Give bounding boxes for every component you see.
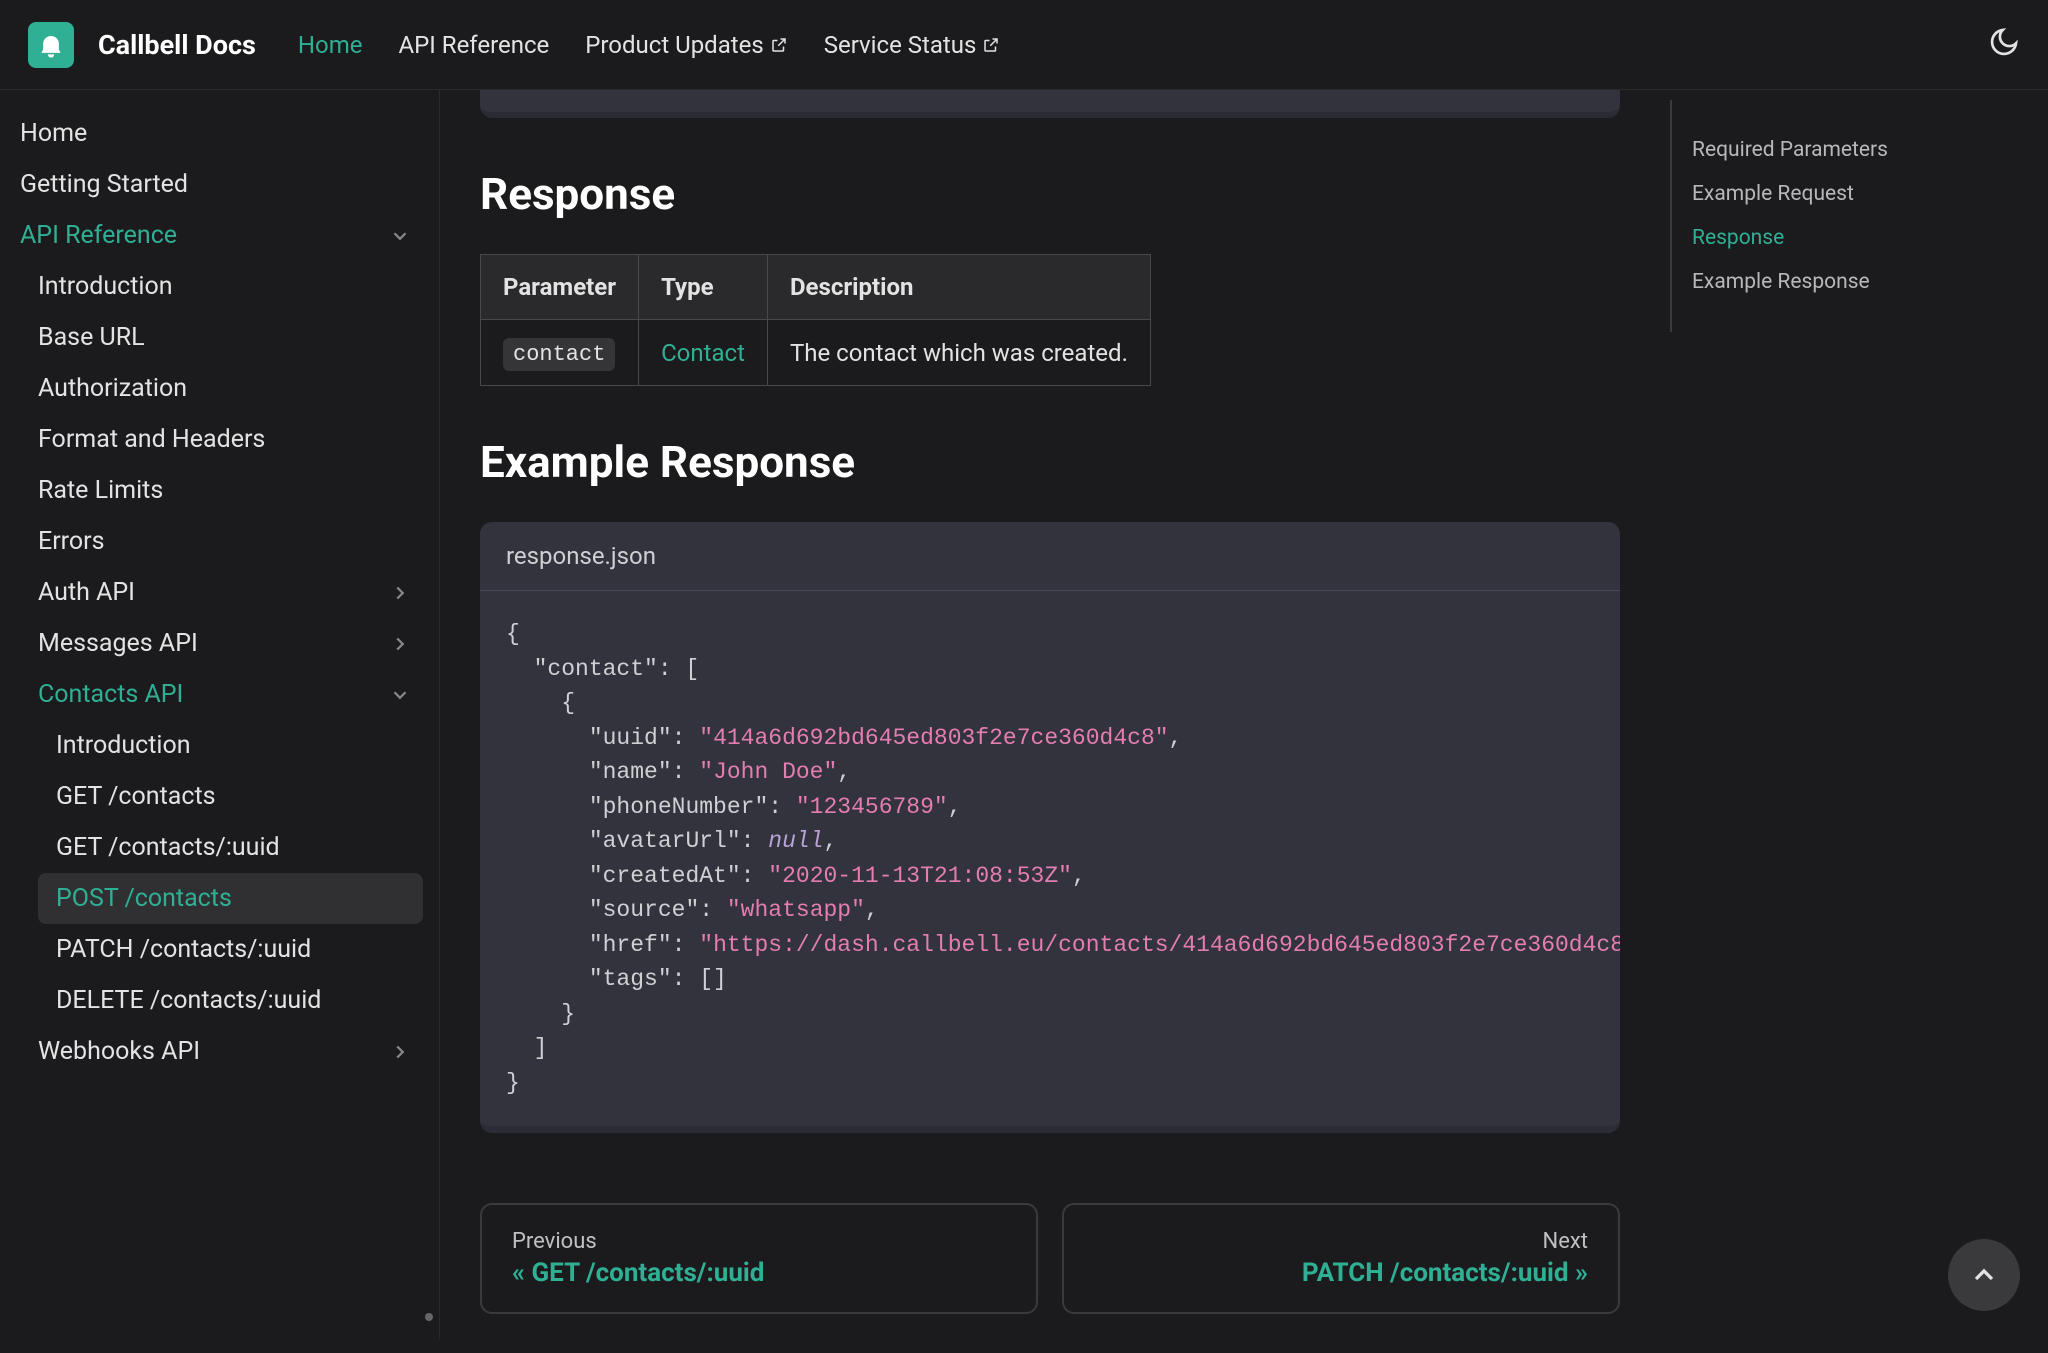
pagination: Previous « GET /contacts/:uuid Next PATC…	[480, 1203, 1620, 1314]
json-source: "whatsapp"	[727, 897, 865, 923]
external-link-icon	[770, 36, 788, 54]
sidebar-rate-limits[interactable]: Rate Limits	[0, 465, 431, 516]
chevron-right-icon	[389, 633, 411, 655]
scroll-to-top-button[interactable]	[1948, 1239, 2020, 1311]
cell-description: The contact which was created.	[767, 320, 1150, 386]
next-title: PATCH /contacts/:uuid »	[1094, 1258, 1588, 1288]
code-header: response.json	[480, 522, 1620, 591]
sidebar-introduction[interactable]: Introduction	[0, 261, 431, 312]
external-link-icon	[982, 36, 1000, 54]
sidebar-api-reference-label: API Reference	[20, 221, 177, 250]
sidebar-contacts-api-label: Contacts API	[38, 680, 183, 709]
json-created: "2020-11-13T21:08:53Z"	[768, 863, 1072, 889]
navbar: Callbell Docs Home API Reference Product…	[0, 0, 2048, 90]
chevron-down-icon	[389, 684, 411, 706]
nav-service-status[interactable]: Service Status	[824, 31, 1001, 59]
theme-toggle[interactable]	[1988, 26, 2020, 64]
chevron-right-icon	[389, 582, 411, 604]
navbar-left: Callbell Docs Home API Reference Product…	[28, 22, 1000, 68]
table-of-contents: Required Parameters Example Request Resp…	[1670, 100, 2000, 332]
cell-parameter: contact	[481, 320, 639, 386]
json-href: "https://dash.callbell.eu/contacts/414a6…	[699, 932, 1620, 958]
sidebar-home-label: Home	[20, 119, 87, 148]
codeblock-remnant	[480, 90, 1620, 118]
brand-title[interactable]: Callbell Docs	[98, 29, 256, 61]
sidebar-format-headers[interactable]: Format and Headers	[0, 414, 431, 465]
sidebar-introduction-label: Introduction	[38, 272, 173, 301]
json-phone: "123456789"	[796, 794, 948, 820]
cell-type: Contact	[639, 320, 768, 386]
table-row: contact Contact The contact which was cr…	[481, 320, 1151, 386]
nav-home[interactable]: Home	[298, 31, 363, 59]
sidebar-errors[interactable]: Errors	[0, 516, 431, 567]
sidebar-delete-contact[interactable]: DELETE /contacts/:uuid	[0, 975, 431, 1026]
sidebar-contacts-api[interactable]: Contacts API	[0, 669, 431, 720]
table-header-description: Description	[767, 255, 1150, 320]
code-content: { "contact": [ { "uuid": "414a6d692bd645…	[480, 591, 1620, 1126]
sidebar-messages-api-label: Messages API	[38, 629, 198, 658]
sidebar-post-contacts[interactable]: POST /contacts	[38, 873, 423, 924]
prev-title: « GET /contacts/:uuid	[512, 1258, 1006, 1288]
chevron-up-icon	[1968, 1259, 2000, 1291]
sidebar-messages-api[interactable]: Messages API	[0, 618, 431, 669]
sidebar-format-headers-label: Format and Headers	[38, 425, 265, 454]
moon-icon	[1988, 26, 2020, 58]
sidebar-getting-started[interactable]: Getting Started	[0, 159, 431, 210]
sidebar-getting-started-label: Getting Started	[20, 170, 188, 199]
sidebar-authorization-label: Authorization	[38, 374, 187, 403]
json-uuid: "414a6d692bd645ed803f2e7ce360d4c8"	[699, 725, 1168, 751]
sidebar-contacts-intro[interactable]: Introduction	[0, 720, 431, 771]
sidebar-auth-api[interactable]: Auth API	[0, 567, 431, 618]
sidebar-get-contacts[interactable]: GET /contacts	[0, 771, 431, 822]
logo[interactable]	[28, 22, 74, 68]
sidebar-rate-limits-label: Rate Limits	[38, 476, 163, 505]
sidebar-get-contact-uuid[interactable]: GET /contacts/:uuid	[0, 822, 431, 873]
sidebar: Home Getting Started API Reference Intro…	[0, 90, 440, 1339]
toc-example-request[interactable]: Example Request	[1692, 172, 1980, 216]
nav-product-updates-label: Product Updates	[585, 31, 763, 59]
toc-required-parameters[interactable]: Required Parameters	[1692, 128, 1980, 172]
layout: Home Getting Started API Reference Intro…	[0, 90, 2048, 1353]
sidebar-errors-label: Errors	[38, 527, 105, 556]
type-link-contact[interactable]: Contact	[661, 339, 745, 367]
sidebar-patch-contact[interactable]: PATCH /contacts/:uuid	[0, 924, 431, 975]
sidebar-webhooks-api-label: Webhooks API	[38, 1037, 200, 1066]
table-header-type: Type	[639, 255, 768, 320]
sidebar-home[interactable]: Home	[0, 108, 431, 159]
response-heading: Response	[480, 168, 1620, 220]
prev-page-card[interactable]: Previous « GET /contacts/:uuid	[480, 1203, 1038, 1314]
bell-icon	[37, 31, 65, 59]
next-label: Next	[1094, 1229, 1588, 1254]
next-page-card[interactable]: Next PATCH /contacts/:uuid »	[1062, 1203, 1620, 1314]
example-response-heading: Example Response	[480, 436, 1620, 488]
nav-service-status-label: Service Status	[824, 31, 977, 59]
json-name: "John Doe"	[699, 759, 837, 785]
chevron-down-icon	[389, 225, 411, 247]
example-response-codeblock: response.json { "contact": [ { "uuid": "…	[480, 522, 1620, 1133]
response-table: Parameter Type Description contact Conta…	[480, 254, 1151, 386]
main-content: Response Parameter Type Description cont…	[440, 90, 1660, 1353]
sidebar-base-url[interactable]: Base URL	[0, 312, 431, 363]
sidebar-base-url-label: Base URL	[38, 323, 145, 352]
param-code: contact	[503, 338, 615, 371]
sidebar-api-reference[interactable]: API Reference	[0, 210, 431, 261]
table-header-parameter: Parameter	[481, 255, 639, 320]
toc-example-response[interactable]: Example Response	[1692, 260, 1980, 304]
chevron-right-icon	[389, 1041, 411, 1063]
sidebar-authorization[interactable]: Authorization	[0, 363, 431, 414]
json-avatar: null	[768, 828, 823, 854]
toc-response[interactable]: Response	[1692, 216, 1980, 260]
nav-product-updates[interactable]: Product Updates	[585, 31, 787, 59]
sidebar-webhooks-api[interactable]: Webhooks API	[0, 1026, 431, 1077]
prev-label: Previous	[512, 1229, 1006, 1254]
nav-api-reference[interactable]: API Reference	[399, 31, 550, 59]
sidebar-auth-api-label: Auth API	[38, 578, 135, 607]
nav-links: Home API Reference Product Updates Servi…	[298, 31, 1000, 59]
